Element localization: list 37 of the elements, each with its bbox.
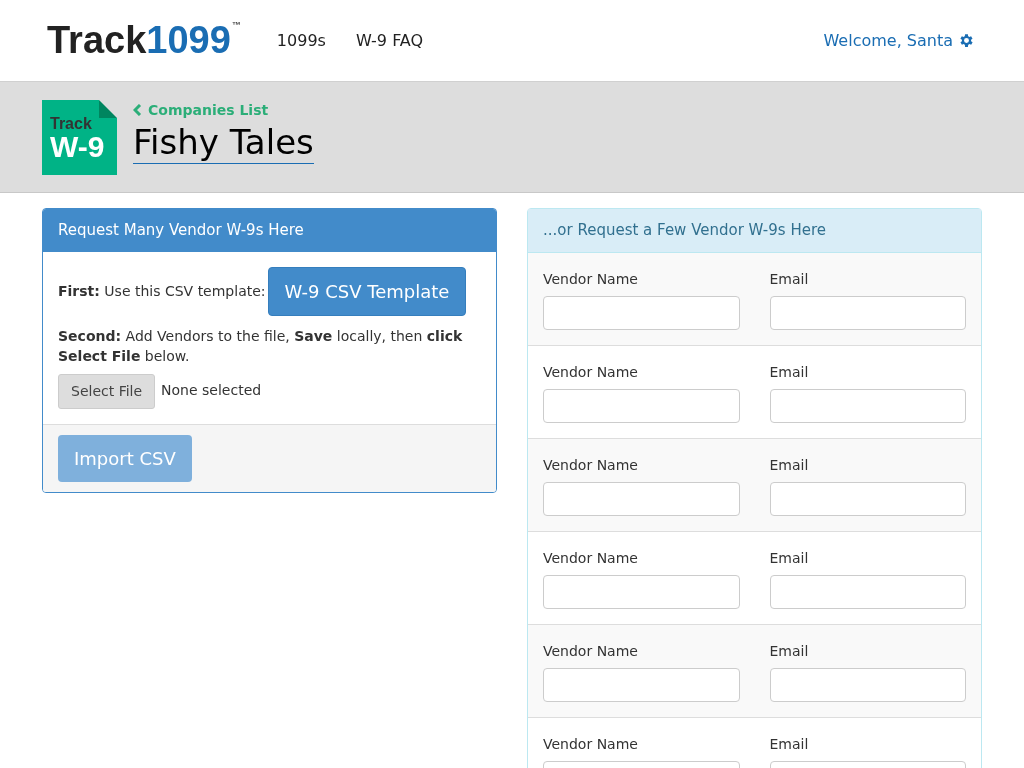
email-label: Email bbox=[769, 734, 810, 754]
panel-title: ...or Request a Few Vendor W-9s Here bbox=[528, 209, 981, 253]
email-field[interactable] bbox=[769, 667, 966, 702]
instruction-text: First: Use this CSV template: bbox=[58, 281, 266, 301]
chevron-left-icon bbox=[133, 104, 142, 117]
welcome-link[interactable]: Welcome, Santa bbox=[823, 28, 953, 53]
file-status: None selected bbox=[161, 380, 262, 400]
vendor-name-label: Vendor Name bbox=[543, 269, 639, 289]
email-field[interactable] bbox=[769, 295, 966, 330]
logo[interactable]: Track1099™ bbox=[45, 13, 243, 68]
select-file-button[interactable]: Select File bbox=[58, 373, 156, 409]
vendor-name-label: Vendor Name bbox=[543, 548, 639, 568]
csv-template-button[interactable]: W-9 CSV Template bbox=[267, 266, 467, 316]
email-label: Email bbox=[769, 641, 810, 661]
vendor-name-field[interactable] bbox=[543, 388, 740, 423]
track-w9-badge: Track W-9 bbox=[42, 99, 117, 175]
email-label: Email bbox=[769, 455, 810, 475]
vendor-name-label: Vendor Name bbox=[543, 455, 639, 475]
vendor-name-label: Vendor Name bbox=[543, 362, 639, 382]
vendor-name-field[interactable] bbox=[543, 295, 740, 330]
instruction-text: Second: Add Vendors to the file, Save locally, then click Select File below. bbox=[58, 326, 464, 366]
nav-link[interactable]: 1099s bbox=[276, 28, 326, 53]
email-field[interactable] bbox=[769, 574, 966, 609]
panel-title: Request Many Vendor W-9s Here bbox=[43, 209, 496, 252]
settings-icon[interactable] bbox=[958, 32, 975, 49]
nav-link[interactable]: W-9 FAQ bbox=[355, 28, 424, 53]
vendor-name-label: Vendor Name bbox=[543, 734, 639, 754]
email-field[interactable] bbox=[769, 481, 966, 516]
email-label: Email bbox=[769, 269, 810, 289]
email-field[interactable] bbox=[769, 388, 966, 423]
email-label: Email bbox=[769, 362, 810, 382]
vendor-name-field[interactable] bbox=[543, 481, 740, 516]
email-label: Email bbox=[769, 548, 810, 568]
vendor-name-label: Vendor Name bbox=[543, 641, 639, 661]
company-title[interactable]: Fishy Tales bbox=[133, 120, 314, 165]
vendor-name-field[interactable] bbox=[543, 667, 740, 702]
vendor-name-field[interactable] bbox=[543, 574, 740, 609]
